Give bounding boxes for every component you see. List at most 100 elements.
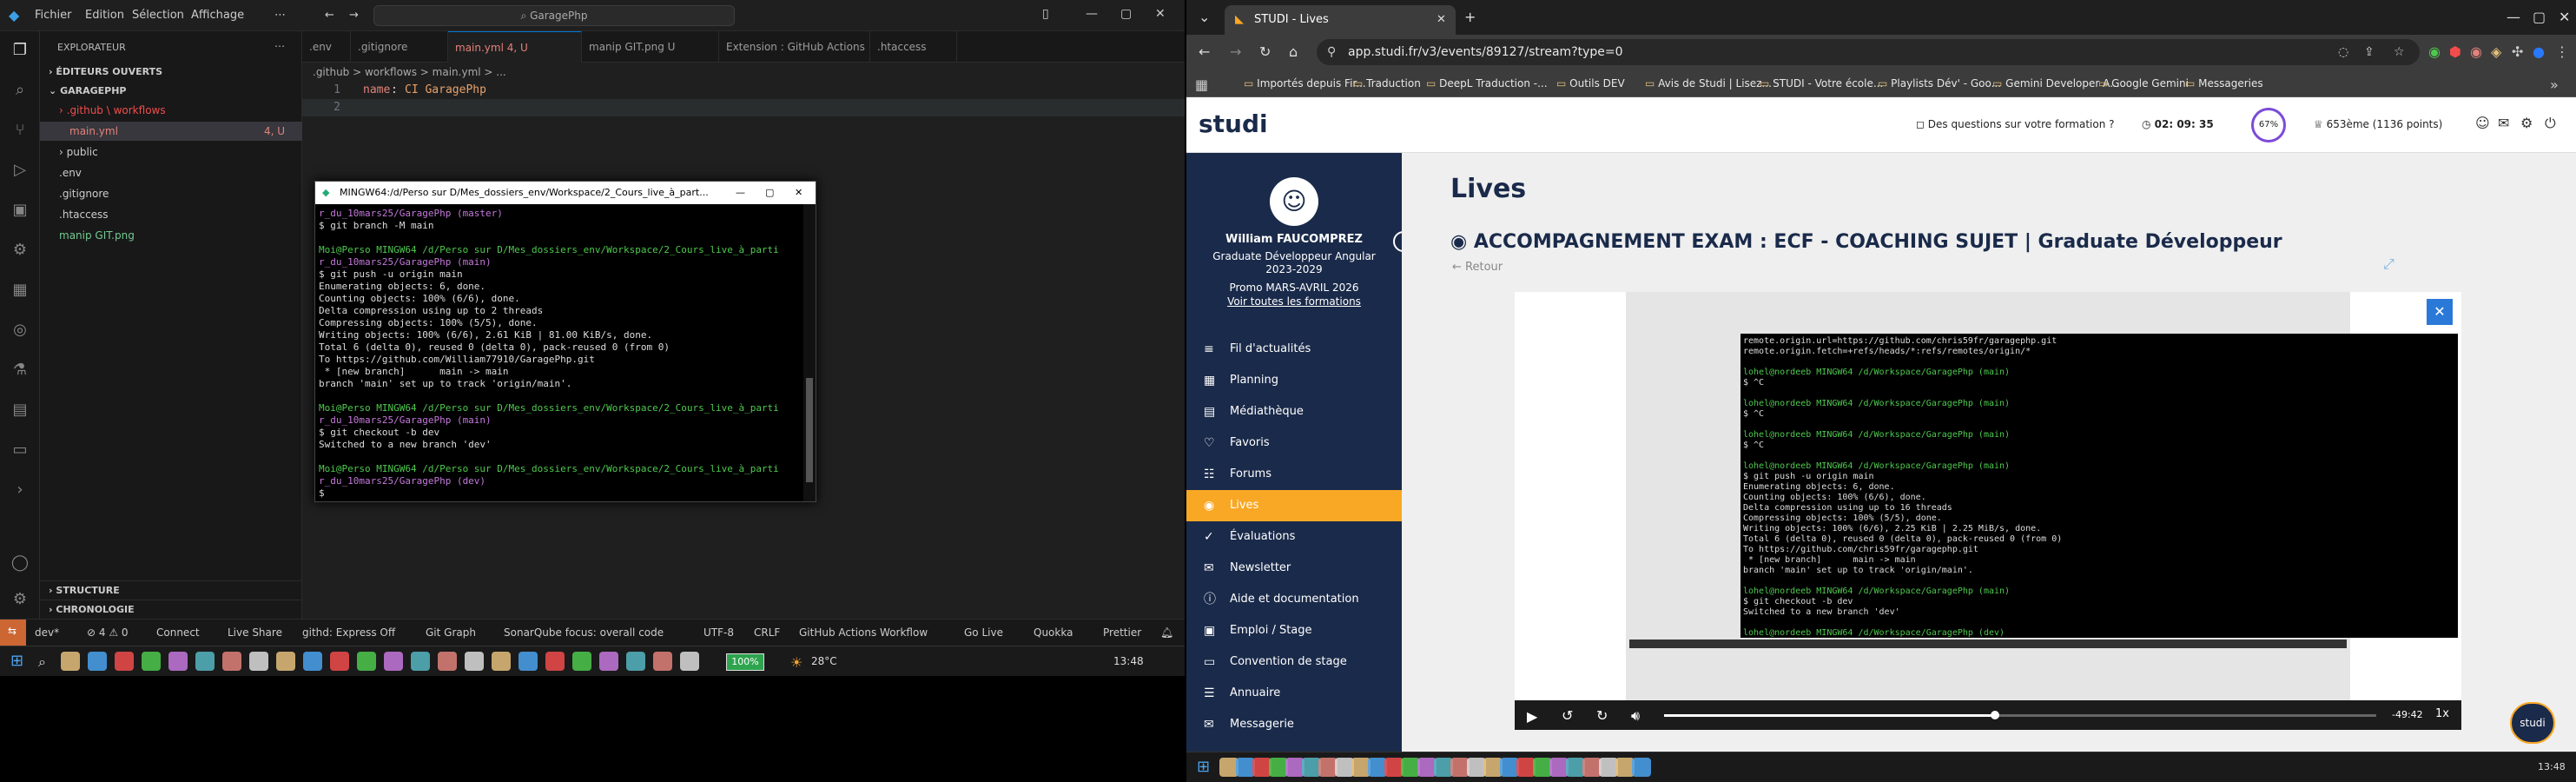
status-quokka[interactable]: Quokka <box>1034 626 1073 639</box>
source-control-icon[interactable]: ⑂ <box>10 120 30 141</box>
taskbar-app-icon[interactable] <box>599 652 618 671</box>
taskbar-app-icon[interactable] <box>276 652 295 671</box>
tree-item[interactable]: manip GIT.png <box>40 226 302 245</box>
progress-ring[interactable]: 67% <box>2251 108 2286 142</box>
menu-edition[interactable]: Edition <box>85 9 124 22</box>
home-icon[interactable]: ⌂ <box>1289 43 1298 60</box>
remote-indicator[interactable]: ⇆ <box>0 620 26 646</box>
editor-tab[interactable]: main.yml 4, U <box>448 31 582 63</box>
weather-temp[interactable]: 28°C <box>811 655 837 667</box>
extensions-icon[interactable]: ▦ <box>10 280 30 301</box>
terminal-output[interactable]: r_du_10mars25/GaragePhp (master) $ git br… <box>315 204 803 501</box>
chrome-minimize-icon[interactable]: — <box>2507 9 2520 25</box>
taskbar-app-icon[interactable] <box>303 652 322 671</box>
nav-item[interactable]: ♡ Favoris <box>1186 427 1402 459</box>
testing-icon[interactable]: ⚗ <box>10 360 30 381</box>
close-icon[interactable]: ✕ <box>1155 7 1166 21</box>
github-icon[interactable]: ◎ <box>10 320 30 341</box>
taskbar-app-icon[interactable] <box>626 652 645 671</box>
taskbar-app-icon[interactable] <box>115 652 134 671</box>
all-bookmarks-icon[interactable]: » <box>2550 76 2559 93</box>
terminal-titlebar[interactable]: ◆ MINGW64:/d/Perso sur D/Mes_dossiers_en… <box>315 182 816 204</box>
explorer-more-icon[interactable]: ⋯ <box>274 40 285 52</box>
nav-item[interactable]: ✓ Évaluations <box>1186 521 1402 553</box>
taskbar-search-icon[interactable]: ⌕ <box>38 653 46 671</box>
taskbar-app-icon[interactable] <box>61 652 80 671</box>
editor-tab[interactable]: .gitignore <box>351 31 448 63</box>
ranking[interactable]: ♕ 653ème (1136 points) <box>2314 118 2442 130</box>
rewind-icon[interactable]: ↺ <box>1562 707 1573 724</box>
tree-item[interactable]: .gitignore <box>40 184 302 203</box>
editor-tab[interactable]: Extension : GitHub Actions <box>719 31 870 63</box>
command-search[interactable]: ⌕ GaragePhp <box>373 5 735 26</box>
terminal-scroll-thumb[interactable] <box>806 378 813 482</box>
editor-tab[interactable]: .htaccess <box>870 31 957 63</box>
ext-abp-icon[interactable]: ⬢ <box>2449 43 2461 60</box>
remote-icon[interactable]: ▣ <box>10 200 30 221</box>
windows-start-icon[interactable]: ⊞ <box>10 652 23 670</box>
taskbar-app-icon[interactable] <box>545 652 565 671</box>
taskbar-app-icon[interactable] <box>465 652 484 671</box>
code-line[interactable]: 1 name: CI GaragePhp <box>302 82 1185 99</box>
status-encoding[interactable]: UTF-8 <box>703 626 734 639</box>
taskbar-app-icon[interactable] <box>249 652 268 671</box>
forward-arrow-icon[interactable]: → <box>349 9 359 22</box>
editor-tab[interactable]: .env <box>302 31 351 63</box>
video-progress-track[interactable] <box>1664 711 2376 719</box>
bookmark-item[interactable]: ▭ Outils DEV <box>1556 77 1625 89</box>
extensions-puzzle-icon[interactable]: ✣ <box>2512 43 2523 60</box>
tree-item[interactable]: › public <box>40 142 302 162</box>
volume-icon[interactable]: 🔊︎ <box>1631 707 1640 725</box>
run-debug-icon[interactable]: ▷ <box>10 160 30 181</box>
terminal-close-icon[interactable]: ✕ <box>795 182 803 204</box>
search-activity-icon[interactable]: ⌕ <box>10 80 30 101</box>
profile-avatar[interactable]: ● <box>2533 43 2545 60</box>
tab-studi-lives[interactable]: ◣ STUDI - Lives ✕ <box>1225 5 1456 35</box>
taskbar-app-icon[interactable] <box>330 652 349 671</box>
users-icon[interactable]: ☺ <box>2475 115 2490 131</box>
video-progress-handle[interactable] <box>1991 711 1999 719</box>
menu-fichier[interactable]: Fichier <box>35 9 72 22</box>
more-menu-icon[interactable]: ⋯ <box>274 9 286 22</box>
account-icon[interactable]: ◯ <box>10 553 30 573</box>
terminal-maximize-icon[interactable]: ▢ <box>765 182 774 204</box>
studi-logo[interactable]: studi <box>1199 109 1268 138</box>
status-problems[interactable]: ⊘ 4 ⚠ 0 <box>87 626 129 639</box>
docker-icon[interactable]: ⚙ <box>10 240 30 261</box>
forward-icon[interactable]: → <box>1230 43 1241 60</box>
taskbar-app-icon[interactable] <box>653 652 672 671</box>
mingw-terminal-window[interactable]: ◆ MINGW64:/d/Perso sur D/Mes_dossiers_en… <box>314 181 816 502</box>
bookmark-item[interactable]: ▭ Importés depuis Fir... <box>1244 77 1366 89</box>
open-editors-section[interactable]: › ÉDITEURS OUVERTS <box>40 63 302 82</box>
bookmark-item[interactable]: ▭ STUDI - Votre école... <box>1760 77 1883 89</box>
code-area[interactable]: 1 name: CI GaragePhp 2 <box>302 82 1185 116</box>
battery-indicator[interactable]: 100% <box>726 653 764 671</box>
nav-item[interactable]: ☷ Forums <box>1186 459 1402 490</box>
logout-icon[interactable]: ⏻ <box>2545 115 2556 132</box>
status-git-graph[interactable]: Git Graph <box>426 626 476 639</box>
status-githd[interactable]: githd: Express Off <box>302 626 395 639</box>
taskbar-app-icon[interactable] <box>1632 758 1651 777</box>
back-link[interactable]: ← Retour <box>1452 261 1503 274</box>
fullscreen-alt-icon[interactable]: ⤢ <box>2383 255 2394 273</box>
taskbar-app-icon[interactable] <box>142 652 161 671</box>
apps-grid-icon[interactable]: ▦ <box>1195 76 1208 93</box>
status-sonarqube[interactable]: SonarQube focus: overall code <box>504 626 664 639</box>
taskbar-app-icon[interactable] <box>411 652 430 671</box>
project-section[interactable]: ⌄ GARAGEPHP <box>40 82 302 101</box>
status-live-share[interactable]: Live Share <box>228 626 282 639</box>
tab-close-icon[interactable]: ✕ <box>1437 5 1446 35</box>
back-icon[interactable]: ← <box>1199 43 1210 60</box>
taskbar-app-icon[interactable] <box>384 652 403 671</box>
mail-icon[interactable]: ✉ <box>2498 115 2509 131</box>
menu-affichage[interactable]: Affichage <box>191 9 244 22</box>
nav-item[interactable]: ✉ Newsletter <box>1186 553 1402 584</box>
windows-start-icon[interactable]: ⊞ <box>1197 758 1210 776</box>
notifications-bell-icon[interactable]: 🔔︎ <box>1160 626 1173 639</box>
editor-tab[interactable]: manip GIT.png U <box>582 31 719 63</box>
eye-off-icon[interactable]: ◌ <box>2338 39 2348 65</box>
explorer-icon[interactable]: ❐ <box>10 40 30 61</box>
taskbar-app-icon[interactable] <box>222 652 241 671</box>
code-line[interactable]: 2 <box>302 99 1185 116</box>
clock-left[interactable]: 13:48 <box>1113 655 1144 667</box>
